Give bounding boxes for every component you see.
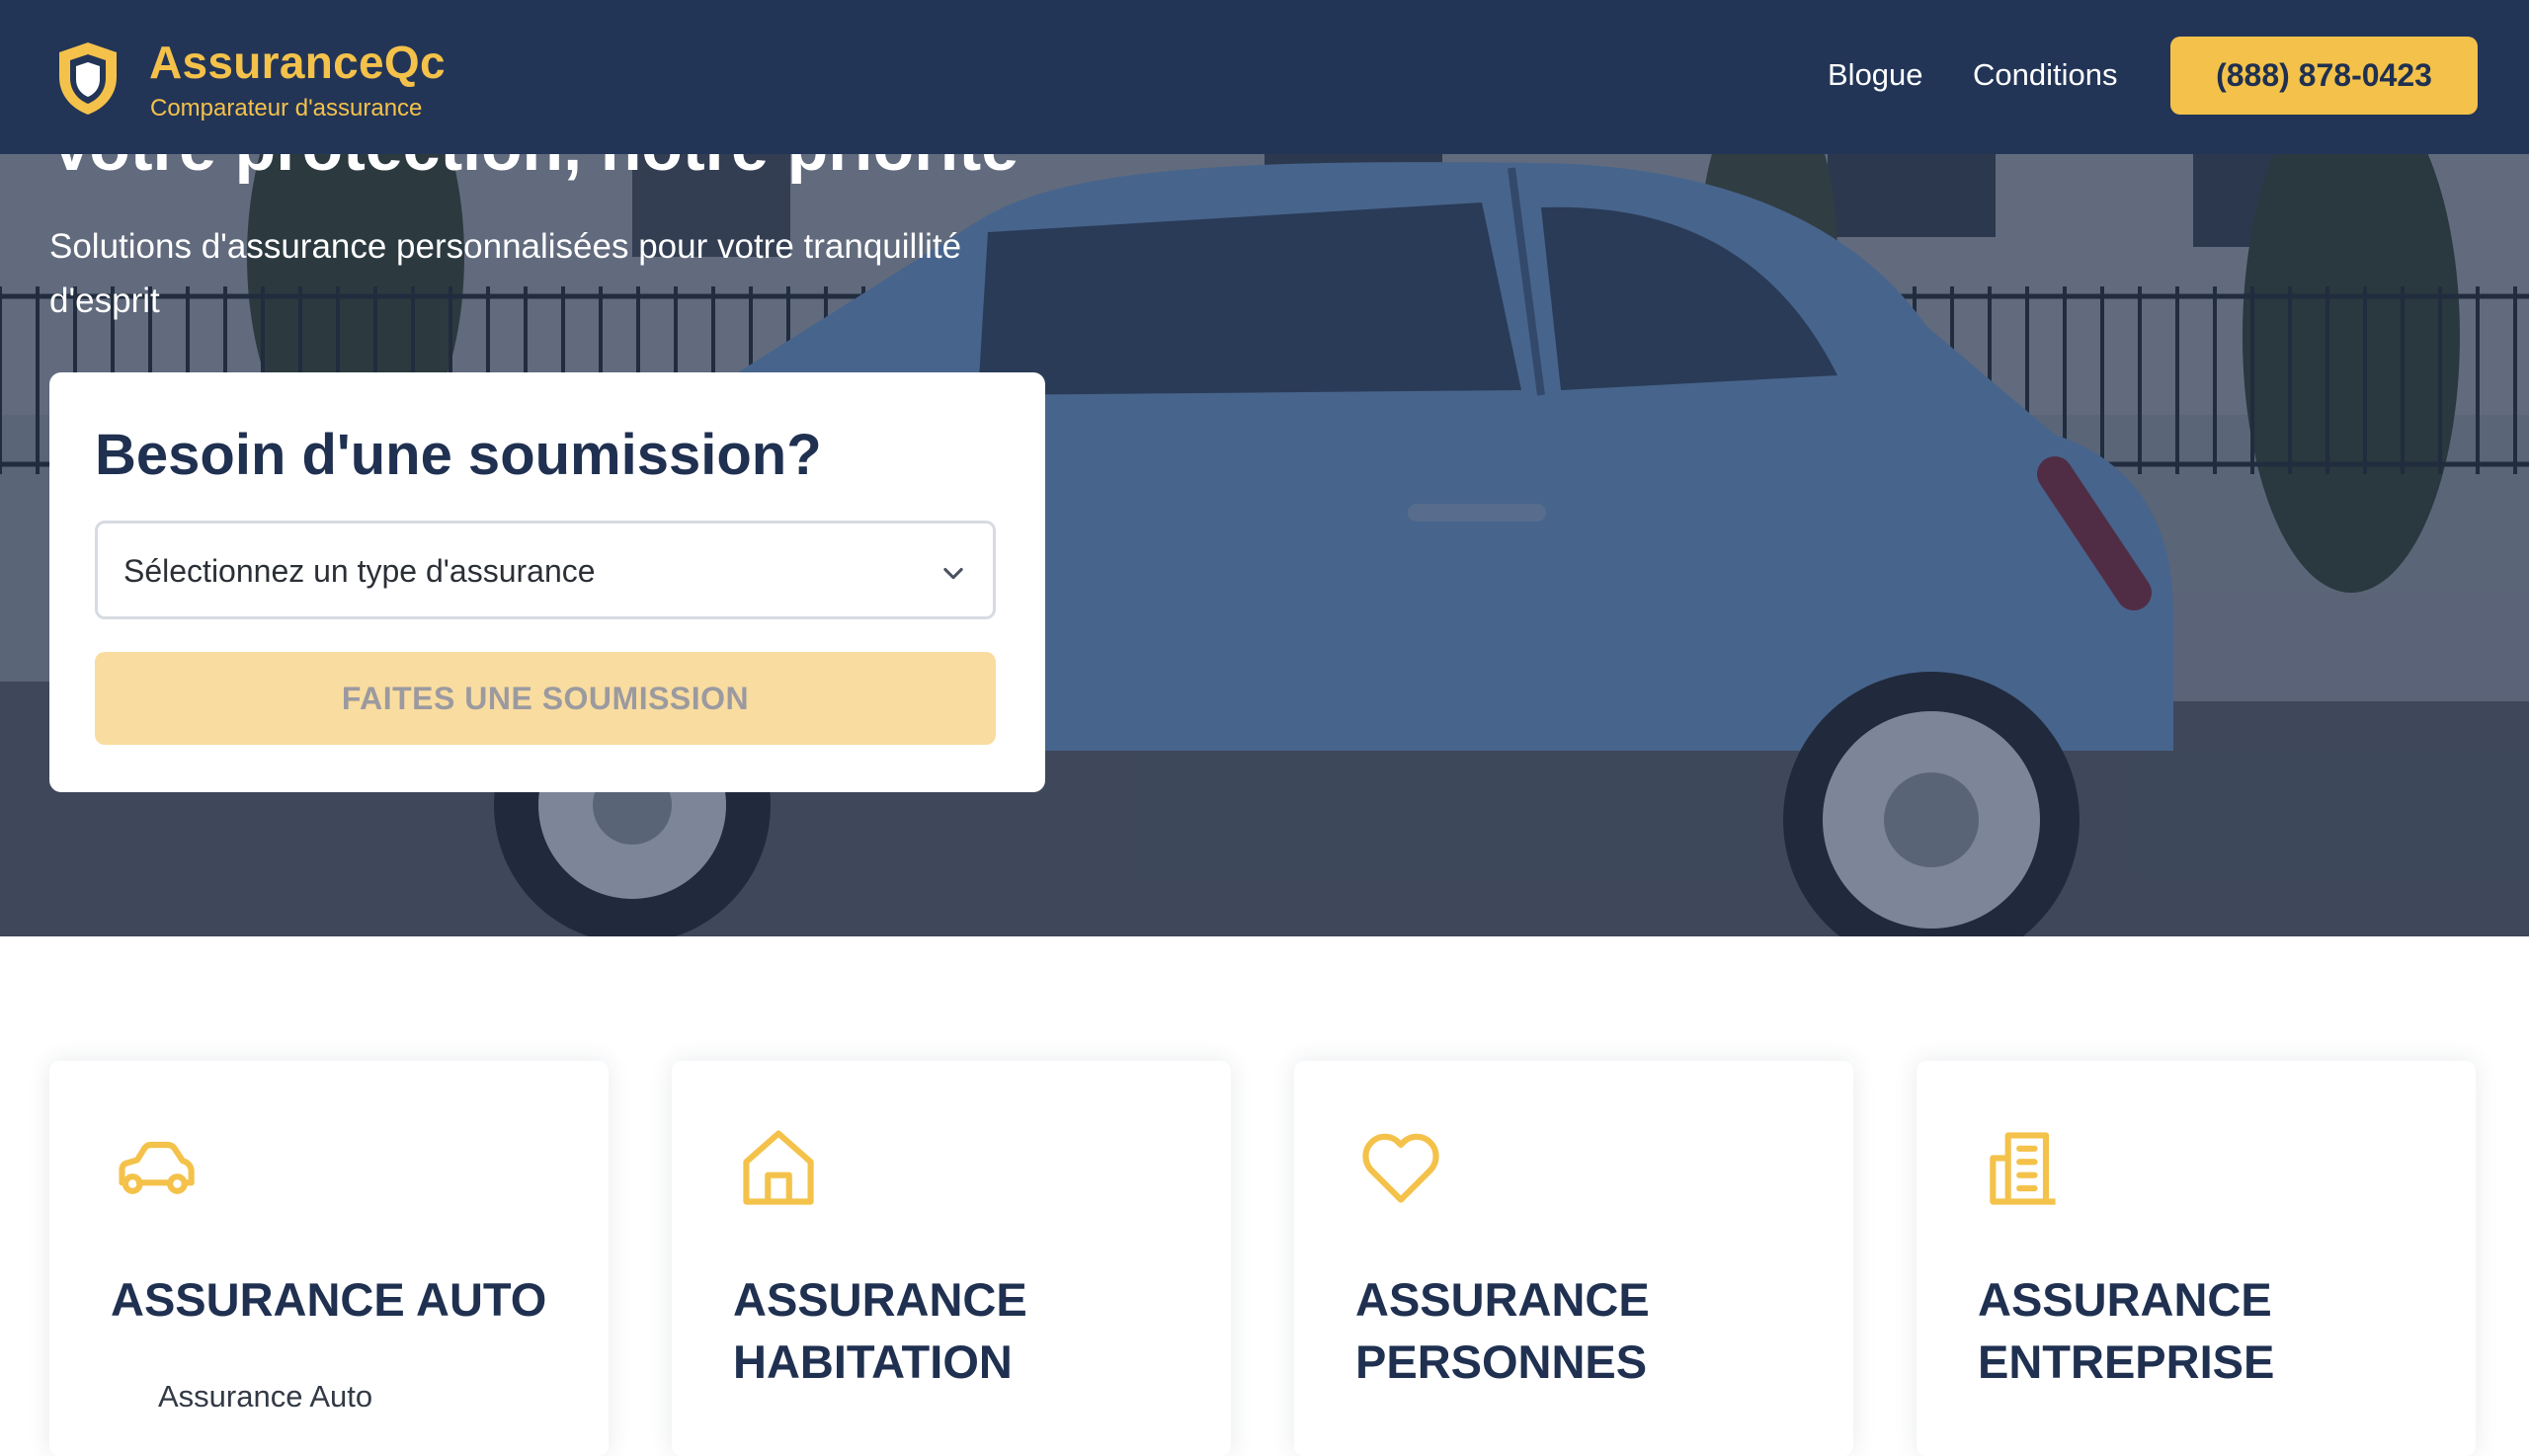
quote-card: Besoin d'une soumission? Sélectionnez un… (49, 372, 1045, 792)
service-card-habitation[interactable]: ASSURANCE HABITATION (672, 1061, 1231, 1456)
chevron-down-icon (943, 567, 963, 580)
phone-call-button[interactable]: (888) 878-0423 (2170, 37, 2478, 115)
brand-tagline: Comparateur d'assurance (150, 95, 423, 121)
service-card-entreprise[interactable]: ASSURANCE ENTREPRISE (1917, 1061, 2476, 1456)
submit-quote-button[interactable]: FAITES UNE SOUMISSION (95, 652, 996, 745)
building-icon (1990, 1132, 2056, 1205)
service-card-auto[interactable]: ASSURANCE AUTO Assurance Auto (49, 1061, 609, 1456)
insurance-type-select[interactable]: Sélectionnez un type d'assurance (95, 521, 996, 619)
site-header: AssuranceQc Comparateur d'assurance Blog… (0, 0, 2529, 154)
quote-title: Besoin d'une soumission? (95, 423, 822, 487)
service-card-personnes[interactable]: ASSURANCE PERSONNES (1294, 1061, 1853, 1456)
service-title-personnes: ASSURANCE PERSONNES (1355, 1273, 1650, 1388)
car-icon (119, 1141, 195, 1194)
heart-icon (1362, 1133, 1439, 1203)
service-title-auto: ASSURANCE AUTO (111, 1273, 547, 1326)
service-subtitle-auto: Assurance Auto (158, 1379, 373, 1414)
service-title-habitation: ASSURANCE HABITATION (733, 1273, 1027, 1388)
nav-link-conditions[interactable]: Conditions (1973, 57, 2117, 93)
service-title-entreprise: ASSURANCE ENTREPRISE (1978, 1273, 2275, 1388)
nav-link-blogue[interactable]: Blogue (1828, 57, 1923, 93)
brand-name: AssuranceQc (149, 37, 446, 88)
shield-icon (59, 42, 117, 115)
select-placeholder: Sélectionnez un type d'assurance (123, 553, 596, 589)
hero-subtitle: Solutions d'assurance personnalisées pou… (49, 227, 962, 320)
house-icon (743, 1130, 814, 1205)
